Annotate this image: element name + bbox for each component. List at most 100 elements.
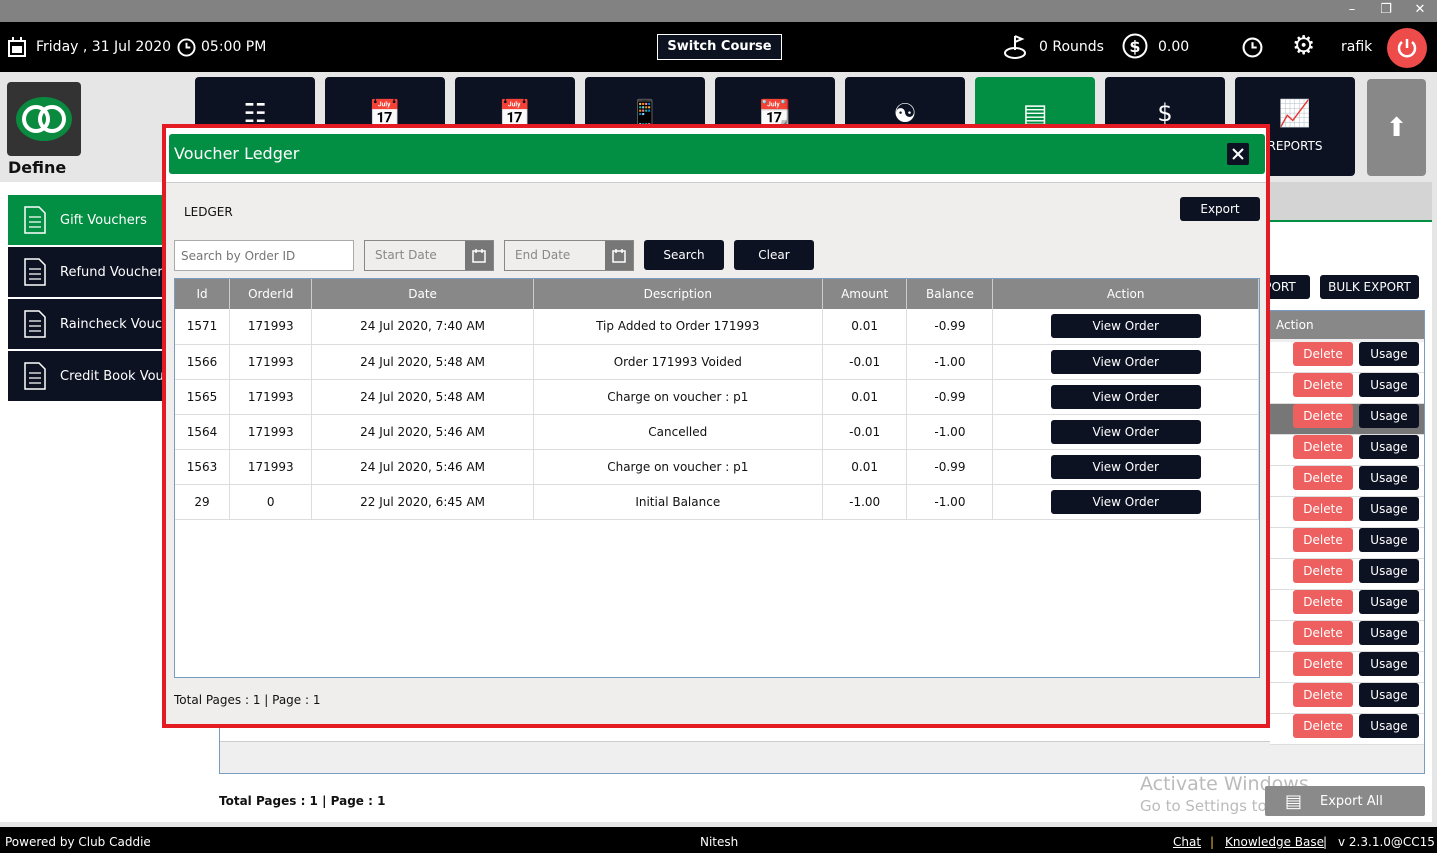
usage-button[interactable]: Usage — [1359, 714, 1419, 738]
table-cell: 24 Jul 2020, 5:48 AM — [311, 344, 534, 380]
user-name[interactable]: rafik — [1341, 39, 1372, 55]
usage-button[interactable]: Usage — [1359, 466, 1419, 490]
sidebar-item-refund-vouchers[interactable]: Refund Vouchers — [8, 247, 168, 297]
close-modal-button[interactable] — [1227, 143, 1249, 165]
modal-header: Voucher Ledger — [169, 134, 1265, 174]
document-list-icon — [24, 310, 46, 338]
usage-button[interactable]: Usage — [1359, 435, 1419, 459]
table-cell: -1.00 — [906, 344, 994, 380]
delete-button[interactable]: Delete — [1293, 683, 1353, 707]
search-button[interactable]: Search — [644, 240, 724, 270]
footer: Powered by Club Caddie Nitesh Chat | Kno… — [0, 827, 1437, 853]
view-order-button[interactable]: View Order — [1050, 489, 1201, 514]
order-id-search-input[interactable] — [174, 240, 354, 271]
golf-flag-icon — [1004, 35, 1026, 59]
delete-button[interactable]: Delete — [1293, 590, 1353, 614]
column-header: Amount — [822, 279, 908, 309]
end-date-picker[interactable]: End Date — [504, 240, 634, 271]
delete-button[interactable]: Delete — [1293, 621, 1353, 645]
pagination-info: Total Pages : 1 | Page : 1 — [174, 693, 321, 707]
history-clock-icon[interactable] — [1242, 37, 1263, 58]
column-header: Id — [175, 279, 231, 309]
column-header: Description — [533, 279, 823, 309]
table-cell: -0.99 — [906, 449, 994, 485]
view-order-button[interactable]: View Order — [1050, 419, 1201, 444]
table-row: 1566 171993 24 Jul 2020, 5:48 AM Order 1719… — [175, 344, 1259, 380]
usage-button[interactable]: Usage — [1359, 528, 1419, 552]
define-label: Define — [8, 158, 67, 177]
table-cell: 24 Jul 2020, 7:40 AM — [311, 309, 534, 345]
table-row: 1564 171993 24 Jul 2020, 5:46 AM Cancelled -… — [175, 414, 1259, 450]
bulk-export-button[interactable]: BULK EXPORT — [1320, 275, 1419, 299]
start-date-picker[interactable]: Start Date — [364, 240, 494, 271]
usage-button[interactable]: Usage — [1359, 404, 1419, 428]
table-cell: 0.01 — [822, 309, 908, 345]
usage-button[interactable]: Usage — [1359, 373, 1419, 397]
delete-button[interactable]: Delete — [1293, 559, 1353, 583]
modal-body: LEDGER Export Start Date End Date Search… — [166, 182, 1266, 724]
reports-icon: 📈 — [1278, 99, 1312, 129]
calendar-icon — [8, 37, 26, 57]
restore-button[interactable]: ❐ — [1376, 2, 1396, 17]
sidebar-item-label: Raincheck Vouchers — [60, 316, 168, 332]
window-titlebar: – ❐ ✕ — [0, 0, 1437, 22]
sidebar-item-credit-book-vouchers[interactable]: Credit Book Vouchers — [8, 351, 168, 401]
table-cell: View Order — [992, 344, 1259, 380]
ledger-table: Id OrderId Date Description Amount Balance Act… — [174, 278, 1260, 678]
usage-button[interactable]: Usage — [1359, 621, 1419, 645]
table-cell: View Order — [992, 309, 1259, 345]
table-cell: 22 Jul 2020, 6:45 AM — [311, 484, 534, 520]
power-button[interactable] — [1387, 28, 1427, 68]
clear-button[interactable]: Clear — [734, 240, 814, 270]
dollar-icon: $ — [1122, 33, 1148, 59]
usage-button[interactable]: Usage — [1359, 559, 1419, 583]
club-caddie-logo-icon — [16, 97, 72, 141]
clock-icon — [177, 38, 196, 57]
table-cell: 171993 — [229, 309, 313, 345]
document-list-icon — [24, 362, 46, 390]
close-window-button[interactable]: ✕ — [1410, 2, 1430, 17]
export-all-button[interactable]: ▤ Export All — [1265, 786, 1425, 816]
delete-button[interactable]: Delete — [1293, 373, 1353, 397]
calendar-icon[interactable] — [605, 241, 633, 270]
usage-button[interactable]: Usage — [1359, 590, 1419, 614]
table-cell: 171993 — [229, 344, 313, 380]
view-order-button[interactable]: View Order — [1050, 384, 1201, 409]
delete-button[interactable]: Delete — [1293, 714, 1353, 738]
scroll-up-button[interactable]: ⬆ — [1367, 79, 1426, 176]
view-order-button[interactable]: View Order — [1050, 454, 1201, 479]
gear-icon[interactable]: ⚙ — [1292, 33, 1315, 59]
minimize-button[interactable]: – — [1342, 2, 1362, 17]
delete-button[interactable]: Delete — [1293, 497, 1353, 521]
column-header: Date — [311, 279, 534, 309]
sidebar-item-raincheck-vouchers[interactable]: Raincheck Vouchers — [8, 299, 168, 349]
usage-button[interactable]: Usage — [1359, 683, 1419, 707]
delete-button[interactable]: Delete — [1293, 466, 1353, 490]
cash-register-icon: $ — [1157, 99, 1173, 127]
tab-strip — [1270, 182, 1432, 222]
delete-button[interactable]: Delete — [1293, 342, 1353, 366]
table-cell: 171993 — [229, 449, 313, 485]
export-all-label: Export All — [1320, 793, 1383, 809]
usage-button[interactable]: Usage — [1359, 342, 1419, 366]
view-order-button[interactable]: View Order — [1050, 349, 1201, 374]
define-logo[interactable] — [7, 82, 81, 156]
chat-link[interactable]: Chat — [1173, 835, 1201, 849]
delete-button[interactable]: Delete — [1293, 435, 1353, 459]
current-date: Friday , 31 Jul 2020 — [36, 39, 172, 55]
column-header: Action — [992, 279, 1259, 309]
column-header: Balance — [906, 279, 994, 309]
table-cell: 1571 — [175, 309, 231, 345]
usage-button[interactable]: Usage — [1359, 652, 1419, 676]
knowledge-base-link[interactable]: Knowledge Base — [1225, 835, 1324, 849]
sidebar-item-gift-vouchers[interactable]: Gift Vouchers — [8, 195, 168, 245]
export-button[interactable]: Export — [1180, 197, 1260, 221]
view-order-button[interactable]: View Order — [1050, 314, 1201, 339]
calendar-icon[interactable] — [465, 241, 493, 270]
delete-button[interactable]: Delete — [1293, 652, 1353, 676]
delete-button[interactable]: Delete — [1293, 528, 1353, 552]
usage-button[interactable]: Usage — [1359, 497, 1419, 521]
delete-button[interactable]: Delete — [1293, 404, 1353, 428]
table-cell: 29 — [175, 484, 231, 520]
switch-course-button[interactable]: Switch Course — [657, 34, 782, 60]
